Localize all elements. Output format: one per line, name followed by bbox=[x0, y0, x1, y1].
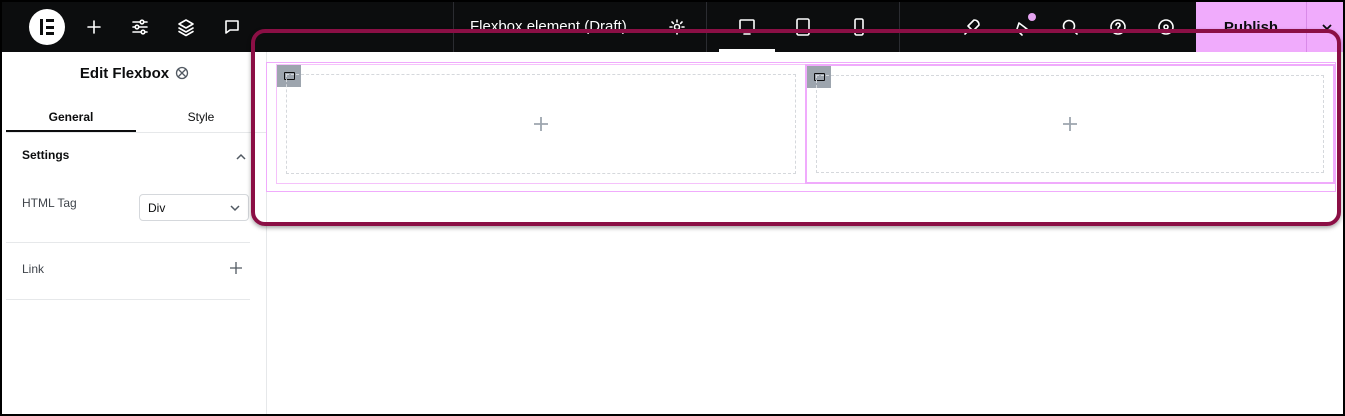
chevron-up-icon bbox=[236, 153, 246, 160]
panel-divider bbox=[6, 242, 250, 243]
plus-icon bbox=[87, 20, 101, 34]
flexbox-container[interactable] bbox=[266, 62, 1336, 192]
search-icon bbox=[1062, 19, 1078, 35]
desktop-view-button[interactable] bbox=[735, 15, 759, 39]
collapse-section-button[interactable] bbox=[235, 150, 247, 162]
editor-canvas bbox=[266, 52, 1343, 414]
panel-tabs: General Style bbox=[6, 102, 266, 133]
plus-icon bbox=[534, 117, 548, 131]
html-tag-value: Div bbox=[148, 201, 166, 215]
flexbox-child[interactable] bbox=[276, 64, 806, 184]
mobile-view-button[interactable] bbox=[847, 15, 871, 39]
tab-general[interactable]: General bbox=[6, 102, 136, 132]
link-label: Link bbox=[22, 262, 45, 276]
editor-panel: Edit Flexbox General Style Settings HTML… bbox=[2, 52, 267, 414]
flexbox-icon bbox=[175, 66, 189, 80]
sliders-icon bbox=[132, 19, 148, 35]
preview-button[interactable] bbox=[1154, 15, 1178, 39]
empty-dropzone[interactable] bbox=[286, 74, 796, 174]
panel-header: Edit Flexbox bbox=[2, 52, 267, 94]
plus-icon bbox=[230, 262, 242, 274]
notification-dot bbox=[1028, 13, 1036, 21]
topbar-separator bbox=[453, 2, 454, 52]
eye-icon bbox=[1158, 19, 1174, 35]
html-tag-select[interactable]: Div bbox=[139, 194, 249, 221]
topbar-separator bbox=[706, 2, 707, 52]
flexbox-child-selected[interactable] bbox=[805, 64, 1335, 184]
mobile-icon bbox=[854, 18, 864, 36]
structure-button[interactable] bbox=[174, 15, 198, 39]
notes-button[interactable] bbox=[220, 15, 244, 39]
html-tag-label: HTML Tag bbox=[22, 196, 77, 210]
tab-style[interactable]: Style bbox=[136, 102, 266, 132]
help-icon bbox=[1110, 19, 1126, 35]
add-element-button[interactable] bbox=[82, 15, 106, 39]
panel-divider bbox=[6, 299, 250, 300]
launchpad-button[interactable] bbox=[960, 15, 984, 39]
chevron-down-icon bbox=[1322, 24, 1332, 31]
elementor-logo-icon[interactable] bbox=[29, 9, 65, 45]
settings-section-title[interactable]: Settings bbox=[22, 148, 69, 162]
add-link-button[interactable] bbox=[229, 261, 243, 275]
publish-options-button[interactable] bbox=[1306, 2, 1343, 52]
plus-icon bbox=[1063, 117, 1077, 131]
tablet-icon bbox=[796, 18, 810, 36]
app-window: Flexbox element (Draft) Publish Edit Fle… bbox=[0, 0, 1345, 416]
layers-icon bbox=[178, 19, 194, 37]
top-bar: Flexbox element (Draft) Publish bbox=[2, 2, 1343, 52]
tablet-view-button[interactable] bbox=[791, 15, 815, 39]
finder-button[interactable] bbox=[1058, 15, 1082, 39]
panel-title: Edit Flexbox bbox=[79, 64, 170, 82]
desktop-icon bbox=[739, 19, 755, 35]
comment-icon bbox=[225, 20, 239, 34]
help-button[interactable] bbox=[1106, 15, 1130, 39]
site-settings-button[interactable] bbox=[128, 15, 152, 39]
settings-icon bbox=[669, 19, 685, 35]
empty-dropzone[interactable] bbox=[816, 75, 1324, 173]
document-title[interactable]: Flexbox element (Draft) bbox=[470, 18, 627, 35]
chevron-down-icon bbox=[230, 205, 240, 212]
publish-button[interactable]: Publish bbox=[1196, 2, 1306, 52]
topbar-separator bbox=[899, 2, 900, 52]
page-settings-button[interactable] bbox=[665, 15, 689, 39]
rocket-icon bbox=[964, 19, 980, 35]
